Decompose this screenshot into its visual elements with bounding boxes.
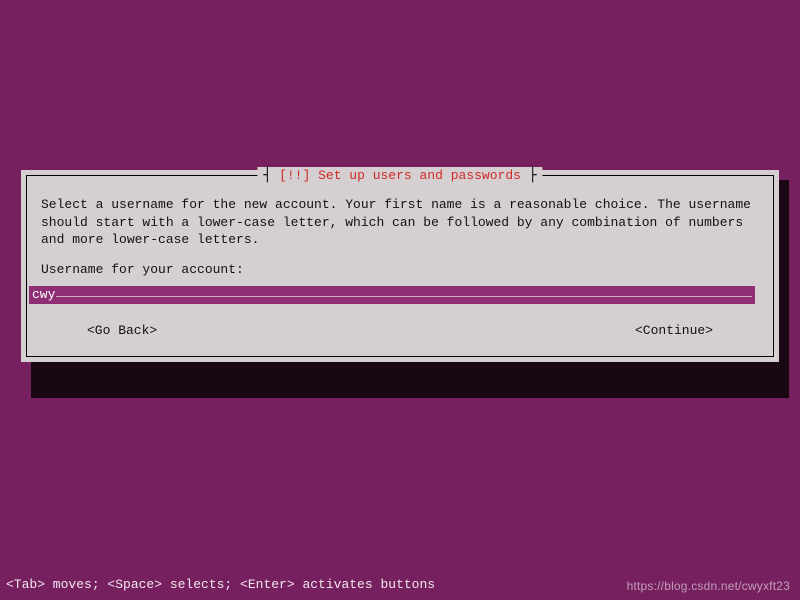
dialog-title: ┤ [!!] Set up users and passwords ├ <box>257 167 542 185</box>
dialog-actions: <Go Back> <Continue> <box>41 322 759 342</box>
title-prefix: [!!] <box>279 168 318 183</box>
dialog-frame: ┤ [!!] Set up users and passwords ├ Sele… <box>26 175 774 357</box>
dialog-container: ┤ [!!] Set up users and passwords ├ Sele… <box>21 170 779 362</box>
input-underline <box>56 296 752 297</box>
username-label: Username for your account: <box>41 261 759 279</box>
instruction-text: Select a username for the new account. Y… <box>41 196 759 249</box>
username-value: cwy <box>32 286 55 304</box>
footer-hint: <Tab> moves; <Space> selects; <Enter> ac… <box>6 576 435 594</box>
watermark-text: https://blog.csdn.net/cwyxft23 <box>627 578 790 594</box>
title-rule-left: ┤ <box>263 168 279 183</box>
continue-button[interactable]: <Continue> <box>635 322 713 340</box>
title-text: Set up users and passwords <box>318 168 521 183</box>
dialog-panel: ┤ [!!] Set up users and passwords ├ Sele… <box>21 170 779 362</box>
title-rule-right: ├ <box>521 168 537 183</box>
go-back-button[interactable]: <Go Back> <box>87 322 157 340</box>
username-input[interactable]: cwy <box>29 286 755 304</box>
